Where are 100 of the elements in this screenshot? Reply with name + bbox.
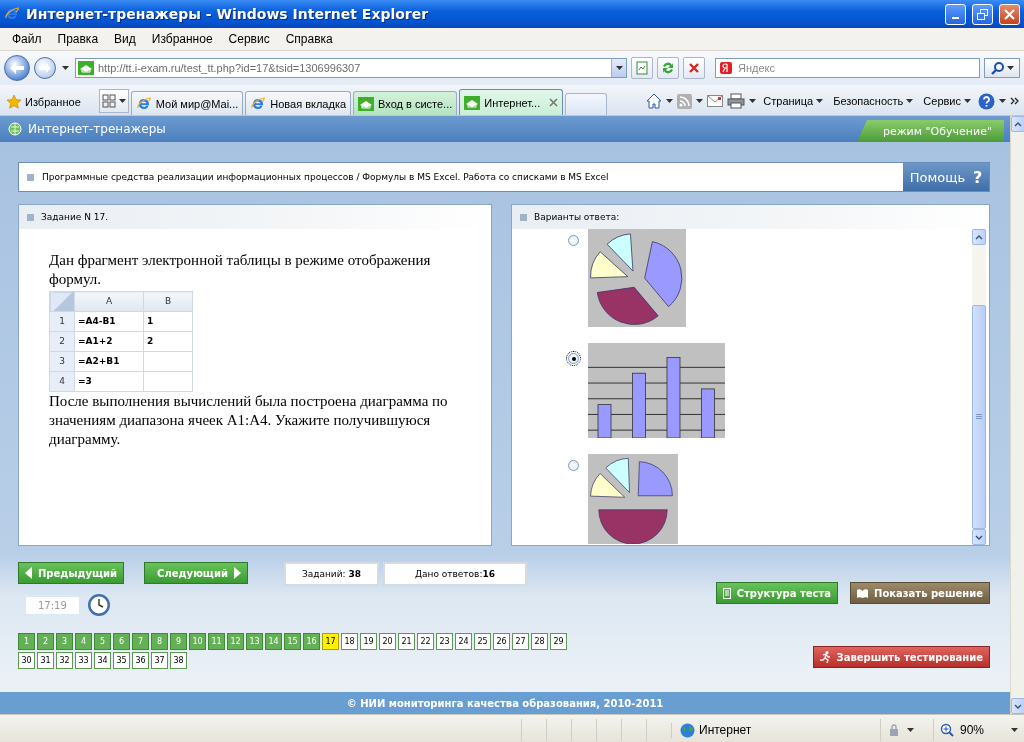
radio-button[interactable] — [568, 460, 579, 471]
address-dropdown[interactable] — [611, 59, 626, 77]
help-icon[interactable] — [978, 92, 995, 110]
question-number-button[interactable]: 18 — [341, 633, 358, 650]
search-button[interactable] — [984, 58, 1020, 78]
menu-item[interactable]: Избранное — [143, 30, 221, 48]
bullet-icon — [27, 173, 34, 181]
close-button[interactable] — [999, 3, 1020, 25]
question-number-button[interactable]: 33 — [75, 652, 92, 669]
breadcrumb-text: Программные средства реализации информационных процессов / Формулы в MS Excel. Работа со списками в MS Excel — [42, 172, 609, 182]
caret-icon — [964, 99, 971, 103]
scroll-down-button[interactable] — [1011, 698, 1024, 714]
finish-test-button[interactable]: Завершить тестирование — [812, 646, 990, 668]
chevron-down-icon — [1014, 703, 1022, 709]
toolbar-menu[interactable]: Безопасность — [830, 95, 917, 107]
back-button[interactable] — [4, 55, 30, 81]
forward-button[interactable] — [34, 57, 56, 79]
pie-slice — [590, 251, 629, 279]
timer-text: 17:19 — [26, 596, 79, 614]
corner-cell — [49, 291, 75, 312]
question-number-button[interactable]: 37 — [151, 652, 168, 669]
column-header: A — [74, 291, 144, 312]
history-dropdown[interactable] — [60, 66, 71, 70]
question-number-button[interactable]: 35 — [113, 652, 130, 669]
browser-tab[interactable]: Вход в систе... — [353, 91, 458, 115]
minimize-icon — [952, 16, 959, 19]
question-number-button[interactable]: 23 — [436, 633, 453, 650]
scroll-thumb[interactable] — [972, 305, 986, 529]
window-title: Интернет-тренажеры - Windows Internet Explorer — [26, 6, 430, 22]
question-number-button[interactable]: 19 — [360, 633, 377, 650]
browser-e-icon — [250, 95, 267, 112]
question-number-button[interactable]: 28 — [531, 633, 548, 650]
menu-item[interactable]: Вид — [106, 30, 144, 48]
tasks-count: Заданий: 38 — [283, 562, 379, 586]
home-icon[interactable] — [646, 93, 663, 109]
radio-button[interactable] — [568, 353, 579, 364]
menu-item[interactable]: Правка — [49, 30, 107, 48]
question-number-button[interactable]: 31 — [37, 652, 54, 669]
print-icon[interactable] — [727, 93, 746, 109]
caret-icon — [615, 66, 623, 70]
scroll-up-button[interactable] — [1011, 116, 1024, 132]
restore-button[interactable] — [972, 3, 993, 25]
question-number-button[interactable]: 21 — [398, 633, 415, 650]
caret-icon — [696, 99, 704, 103]
question-number-button[interactable]: 20 — [379, 633, 396, 650]
close-icon[interactable] — [549, 98, 559, 107]
close-icon — [1004, 8, 1015, 20]
caret-icon — [999, 99, 1006, 103]
scroll-down-button[interactable] — [972, 529, 986, 545]
address-field[interactable]: http://tt.i-exam.ru/test_tt.php?id=17&tsid=1306996307 — [75, 58, 627, 78]
question-number-button[interactable]: 32 — [56, 652, 73, 669]
arrow-right-icon — [233, 567, 241, 579]
stop-icon — [688, 62, 700, 74]
question-number-button[interactable]: 29 — [550, 633, 567, 650]
browser-tab[interactable]: Новая вкладка — [245, 91, 352, 115]
table-cell — [143, 351, 193, 372]
table-cell: =A1+2 — [74, 331, 144, 352]
search-field[interactable]: Яндекс — [715, 58, 980, 78]
zoom-icon — [940, 723, 954, 737]
mail-icon[interactable] — [707, 95, 724, 107]
question-number-button[interactable]: 36 — [132, 652, 149, 669]
star-icon — [6, 94, 22, 110]
caret-icon — [666, 99, 674, 103]
question-number-button[interactable]: 26 — [493, 633, 510, 650]
url-text: http://tt.i-exam.ru/test_tt.php?id=17&tsid=1306996307 — [98, 62, 362, 74]
quick-tabs-button[interactable] — [98, 89, 129, 113]
help-button[interactable]: Помощь ? — [903, 163, 989, 191]
question-number-button[interactable]: 27 — [512, 633, 529, 650]
browser-tab[interactable]: Мой мир@Mai... — [130, 91, 244, 115]
globe-icon — [680, 722, 695, 738]
browser-tab[interactable]: Интернет... — [459, 89, 564, 115]
caret-icon — [906, 99, 914, 103]
menu-item[interactable]: Справка — [277, 30, 341, 48]
search-engine-icon — [720, 62, 732, 74]
question-number-button[interactable]: 34 — [94, 652, 111, 669]
minimize-button[interactable] — [945, 3, 966, 25]
stop-button[interactable] — [683, 57, 705, 79]
scroll-up-button[interactable] — [972, 229, 986, 245]
chevron-icon[interactable] — [1010, 97, 1020, 105]
menu-item[interactable]: Файл — [4, 30, 50, 48]
question-number-button[interactable]: 24 — [455, 633, 472, 650]
page-scrollbar[interactable] — [1010, 116, 1024, 714]
radio-button[interactable] — [568, 235, 579, 246]
question-number-button[interactable]: 30 — [18, 652, 35, 669]
zoom-level-text[interactable]: 90% — [960, 723, 985, 737]
site-logo-icon — [358, 96, 375, 111]
table-cell: =3 — [74, 371, 144, 392]
menu-item[interactable]: Сервис — [220, 30, 278, 48]
toolbar-menu[interactable]: Сервис — [920, 95, 974, 107]
question-number-button[interactable]: 22 — [417, 633, 434, 650]
question-number-button[interactable]: 17 — [322, 633, 339, 650]
show-solution-button[interactable]: Показать решение — [850, 582, 990, 604]
refresh-button[interactable] — [657, 57, 679, 79]
row-header: 3 — [49, 351, 75, 372]
scrollbar[interactable] — [972, 229, 986, 545]
favorites-button[interactable]: Избранное — [4, 89, 83, 115]
question-number-button[interactable]: 38 — [170, 652, 187, 669]
toolbar-menu[interactable]: Страница — [760, 95, 827, 107]
pie-slice — [606, 233, 634, 272]
question-number-button[interactable]: 25 — [474, 633, 491, 650]
